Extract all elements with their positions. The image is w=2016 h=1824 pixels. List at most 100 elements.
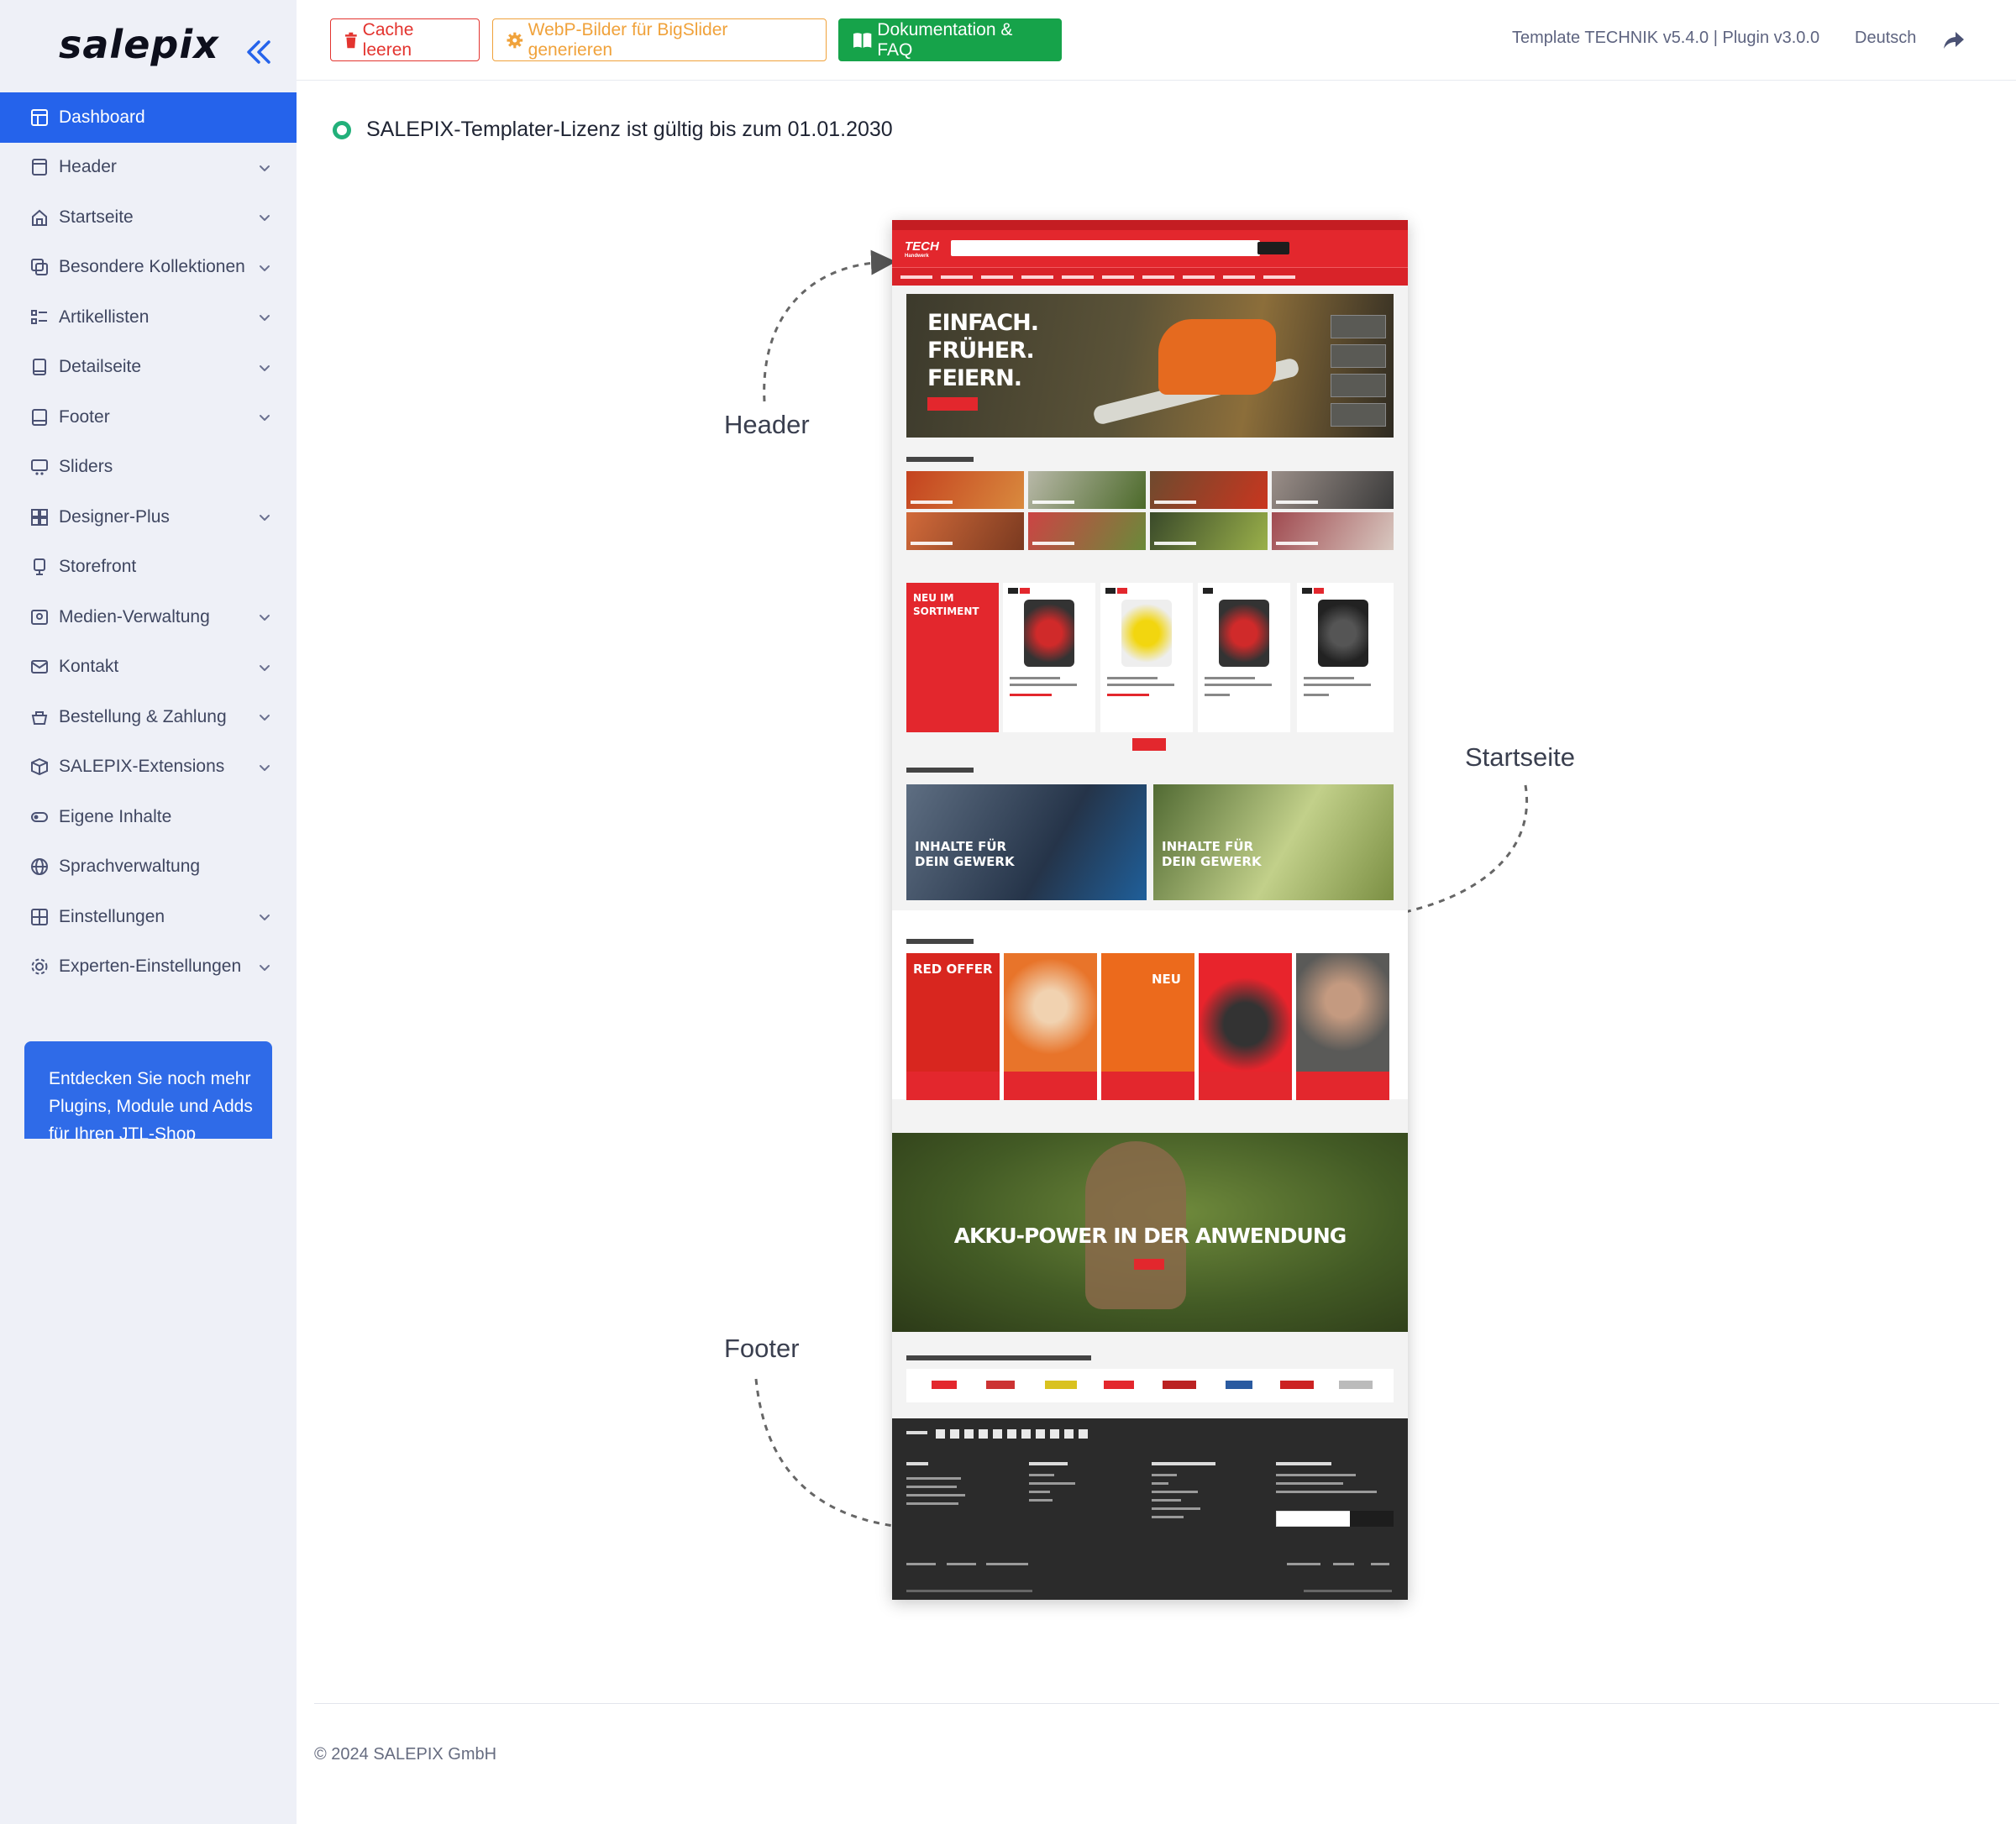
chevron-down-icon[interactable] — [258, 361, 271, 375]
sidebar-item-label: Medien-Verwaltung — [59, 606, 210, 626]
sidebar-item-label: Eigene Inhalte — [59, 806, 172, 826]
sidebar-item-label: Storefront — [59, 557, 137, 577]
tablet-icon — [33, 359, 46, 376]
share-icon[interactable] — [1943, 30, 1965, 50]
sidebar-item-bestellung-zahlung[interactable]: Bestellung & Zahlung — [0, 692, 297, 742]
chevron-down-icon[interactable] — [258, 611, 271, 624]
grid-icon — [31, 508, 48, 526]
callout-footer: Footer — [724, 1334, 800, 1363]
home-icon — [32, 209, 47, 226]
image-icon — [31, 609, 48, 625]
preview-all-button — [1132, 738, 1166, 751]
sidebar-item-detailseite[interactable]: Detailseite — [0, 343, 297, 393]
preview-highlight-card: INHALTE FÜR DEIN GEWERK — [906, 784, 1147, 900]
preview-offer-card — [1004, 953, 1097, 1100]
preview-product-card — [1100, 583, 1193, 732]
chevron-down-icon[interactable] — [258, 411, 271, 424]
preview-hero-banner: EINFACH. FRÜHER. FEIERN. — [906, 294, 1394, 438]
footer-divider — [314, 1703, 1999, 1704]
settings-grid-icon — [31, 908, 48, 925]
sidebar-item-label: Sprachverwaltung — [59, 857, 201, 877]
preview-nav — [892, 267, 1408, 286]
sidebar-item-sliders[interactable]: Sliders — [0, 443, 297, 493]
sidebar-item-storefront[interactable]: Storefront — [0, 542, 297, 593]
cache-clear-button[interactable]: Cache leeren — [330, 18, 480, 61]
gear-icon — [31, 958, 48, 975]
preview-akku-banner: AKKU-POWER IN DER ANWENDUNG — [892, 1133, 1408, 1332]
chevron-down-icon[interactable] — [258, 161, 271, 175]
sidebar-item-label: Header — [59, 157, 117, 177]
chevron-down-icon[interactable] — [258, 910, 271, 924]
preview-header: TECH Handwerk — [892, 220, 1408, 286]
preview-section-heading — [906, 939, 974, 944]
sidebar-item-footer[interactable]: Footer — [0, 392, 297, 443]
webp-generate-button[interactable]: WebP-Bilder für BigSlider generieren — [492, 18, 827, 61]
sidebar-item-startseite[interactable]: Startseite — [0, 192, 297, 243]
list-icon — [31, 309, 47, 324]
sidebar-item-label: Experten-Einstellungen — [59, 957, 242, 977]
documentation-button[interactable]: Dokumentation & FAQ — [838, 18, 1062, 61]
sidebar-item-kontakt[interactable]: Kontakt — [0, 642, 297, 693]
sidebar-item-besondere-kollektionen[interactable]: Besondere Kollektionen — [0, 243, 297, 293]
callout-startseite: Startseite — [1465, 742, 1575, 772]
sidebar-item-label: Einstellungen — [59, 906, 165, 926]
slider-icon — [31, 459, 48, 475]
header-icon — [32, 159, 47, 176]
mail-icon — [31, 660, 48, 674]
collapse-sidebar-icon[interactable] — [242, 35, 276, 69]
preview-product-card — [1198, 583, 1290, 732]
preview-section-heading — [906, 457, 974, 462]
license-status: SALEPIX-Templater-Lizenz ist gültig bis … — [333, 118, 893, 142]
chevron-down-icon[interactable] — [258, 211, 271, 224]
sidebar-item-label: Footer — [59, 406, 110, 427]
sidebar-item-artikellisten[interactable]: Artikellisten — [0, 292, 297, 343]
preview-footer — [892, 1418, 1408, 1600]
globe-icon — [31, 858, 48, 876]
sidebar-item-header[interactable]: Header — [0, 143, 297, 193]
cog-icon — [507, 32, 523, 48]
sidebar-item-einstellungen[interactable]: Einstellungen — [0, 892, 297, 942]
sidebar-item-label: Besondere Kollektionen — [59, 257, 245, 277]
book-icon — [853, 32, 872, 48]
preview-highlight-card: INHALTE FÜR DEIN GEWERK — [1153, 784, 1394, 900]
shop-preview-screenshot: TECH Handwerk EINFACH. FRÜHER. FEIERN. NE… — [892, 220, 1408, 1600]
sidebar-item-experten-einstellungen[interactable]: Experten-Einstellungen — [0, 942, 297, 993]
promo-banner[interactable]: Entdecken Sie noch mehr Plugins, Module … — [24, 1041, 272, 1139]
sidebar-item-dashboard[interactable]: Dashboard — [0, 92, 297, 143]
documentation-label: Dokumentation & FAQ — [877, 19, 1013, 60]
sidebar-item-eigene-inhalte[interactable]: Eigene Inhalte — [0, 792, 297, 842]
preview-search-button — [1257, 242, 1289, 254]
footer-icon — [32, 408, 47, 426]
chevron-down-icon[interactable] — [258, 261, 271, 275]
preview-section-heading — [906, 1355, 1091, 1360]
sidebar: salepix Dashboard Header Startseite Besonde… — [0, 0, 297, 1824]
storefront-icon — [34, 558, 45, 576]
sidebar-item-designer-plus[interactable]: Designer-Plus — [0, 492, 297, 542]
dashboard-icon — [31, 108, 48, 126]
preview-offer-card — [1199, 953, 1292, 1100]
salepix-logo[interactable]: salepix — [59, 22, 219, 67]
webp-generate-label: WebP-Bilder für BigSlider generieren — [528, 19, 728, 60]
chevron-down-icon[interactable] — [258, 511, 271, 524]
chevron-down-icon[interactable] — [258, 311, 271, 324]
chevron-down-icon[interactable] — [258, 661, 271, 674]
chevron-down-icon[interactable] — [258, 710, 271, 724]
preview-offer-card: NEU — [1101, 953, 1194, 1100]
sidebar-item-label: Designer-Plus — [59, 506, 170, 527]
box-icon — [31, 758, 48, 776]
preview-offer-card: RED OFFER — [906, 953, 1000, 1100]
sidebar-item-medien-verwaltung[interactable]: Medien-Verwaltung — [0, 592, 297, 642]
preview-logo: TECH Handwerk — [905, 239, 939, 259]
chevron-down-icon[interactable] — [258, 961, 271, 974]
sidebar-item-label: SALEPIX-Extensions — [59, 757, 225, 777]
sidebar-item-label: Dashboard — [59, 107, 145, 127]
sidebar-item-label: Bestellung & Zahlung — [59, 706, 227, 726]
sidebar-item-sprachverwaltung[interactable]: Sprachverwaltung — [0, 842, 297, 893]
preview-section-heading — [906, 768, 974, 773]
language-selector[interactable]: Deutsch — [1855, 29, 1916, 48]
cache-clear-label: Cache leeren — [362, 19, 414, 60]
chevron-down-icon[interactable] — [258, 761, 271, 774]
promo-text: Entdecken Sie noch mehr Plugins, Module … — [49, 1069, 253, 1139]
sidebar-item-label: Artikellisten — [59, 307, 150, 327]
sidebar-item-salepix-extensions[interactable]: SALEPIX-Extensions — [0, 742, 297, 793]
